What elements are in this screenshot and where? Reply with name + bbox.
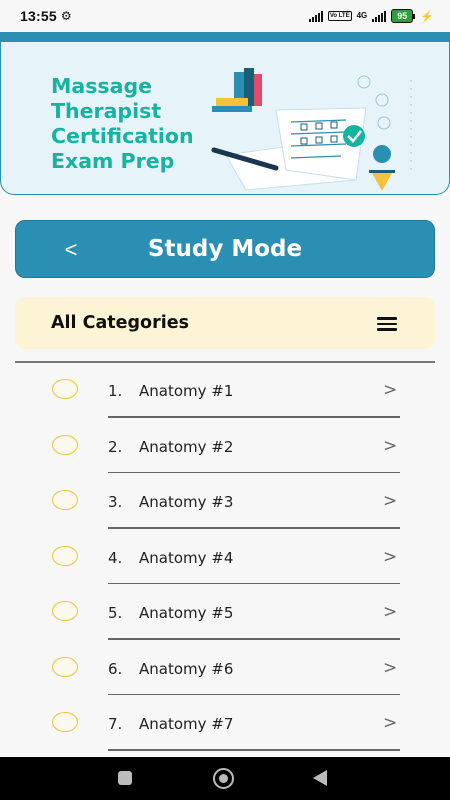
item-label: Anatomy #7	[139, 715, 234, 733]
battery-level: 95	[391, 9, 414, 23]
status-time: 13:55	[20, 8, 57, 24]
list-item[interactable]: 5. Anatomy #5 >	[0, 584, 450, 640]
study-mode-header: < Study Mode	[15, 220, 435, 278]
list-item[interactable]: 2. Anatomy #2 >	[0, 418, 450, 473]
radio-button[interactable]	[52, 434, 78, 455]
chevron-right-icon[interactable]: >	[383, 713, 397, 733]
volte-badge: Vo LTE	[327, 11, 352, 21]
radio-button[interactable]	[52, 379, 78, 399]
chevron-right-icon[interactable]: >	[383, 436, 397, 456]
item-label: Anatomy #3	[139, 493, 234, 511]
battery-icon: 95	[391, 9, 416, 23]
chevron-right-icon[interactable]: >	[383, 658, 397, 678]
list-item[interactable]: 3. Anatomy #3 >	[0, 473, 450, 529]
item-number: 1.	[108, 382, 123, 400]
radio-button[interactable]	[52, 601, 78, 621]
app-top-strip	[0, 32, 450, 42]
item-number: 3.	[108, 493, 123, 511]
item-label: Anatomy #1	[139, 382, 234, 400]
item-number: 5.	[108, 604, 123, 622]
item-number: 2.	[108, 437, 123, 456]
list-item[interactable]: 1. Anatomy #1 >	[0, 362, 450, 418]
network-type: 4G	[356, 11, 368, 20]
status-bar: 13:55 ⚙ Vo LTE 4G 95 ⚡	[0, 0, 450, 32]
exam-paper-illustration	[211, 68, 412, 190]
banner: Massage Therapist Certification Exam Pre…	[0, 42, 450, 195]
signal-icon	[308, 10, 323, 22]
item-label: Anatomy #4	[139, 548, 234, 567]
item-label: Anatomy #6	[139, 659, 234, 678]
radio-button[interactable]	[52, 712, 78, 732]
category-selector[interactable]: All Categories	[15, 297, 435, 349]
charging-icon: ⚡	[420, 10, 434, 23]
item-number: 7.	[108, 715, 123, 733]
signal-icon-2	[372, 10, 387, 22]
item-number: 4.	[108, 548, 123, 567]
triangle-back-icon[interactable]	[313, 770, 327, 786]
category-label: All Categories	[51, 313, 189, 333]
category-list: 1. Anatomy #1 > 2. Anatomy #2 > 3. Anato…	[0, 362, 450, 751]
list-item[interactable]: 7. Anatomy #7 >	[0, 695, 450, 751]
gear-icon: ⚙	[60, 9, 72, 23]
square-recents-icon[interactable]	[118, 771, 132, 785]
chevron-right-icon[interactable]: >	[383, 491, 397, 511]
hamburger-menu-icon[interactable]	[377, 317, 397, 331]
circle-home-icon[interactable]	[213, 768, 234, 789]
divider	[108, 749, 400, 751]
item-label: Anatomy #2	[139, 437, 234, 456]
chevron-right-icon[interactable]: >	[383, 602, 397, 622]
banner-title: Massage Therapist Certification Exam Pre…	[51, 74, 194, 173]
radio-button[interactable]	[52, 545, 78, 566]
system-nav-bar	[0, 757, 450, 800]
list-item[interactable]: 6. Anatomy #6 >	[0, 640, 450, 695]
radio-button[interactable]	[52, 656, 78, 677]
item-number: 6.	[108, 659, 123, 678]
item-label: Anatomy #5	[139, 604, 234, 622]
chevron-right-icon[interactable]: >	[383, 380, 397, 400]
status-icons: Vo LTE 4G 95 ⚡	[308, 9, 434, 23]
chevron-left-icon[interactable]: <	[56, 235, 86, 265]
list-item[interactable]: 4. Anatomy #4 >	[0, 529, 450, 584]
chevron-right-icon[interactable]: >	[383, 547, 397, 567]
radio-button[interactable]	[52, 490, 78, 510]
